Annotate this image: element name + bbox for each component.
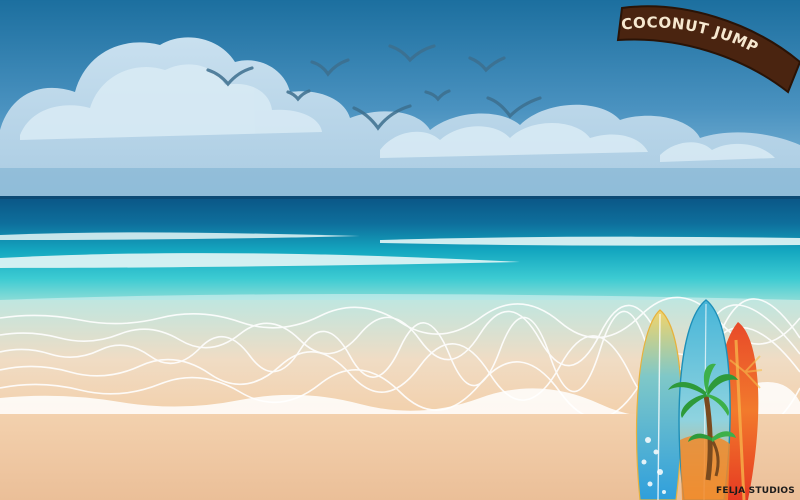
horizon-line: [0, 196, 800, 199]
game-title: COCONUT JUMP: [620, 13, 761, 56]
sky-haze: [0, 168, 800, 198]
studio-credit: FELJA STUDIOS: [716, 486, 795, 496]
sea: [0, 196, 800, 306]
game-title-area: COCONUT JUMP: [620, 13, 761, 56]
